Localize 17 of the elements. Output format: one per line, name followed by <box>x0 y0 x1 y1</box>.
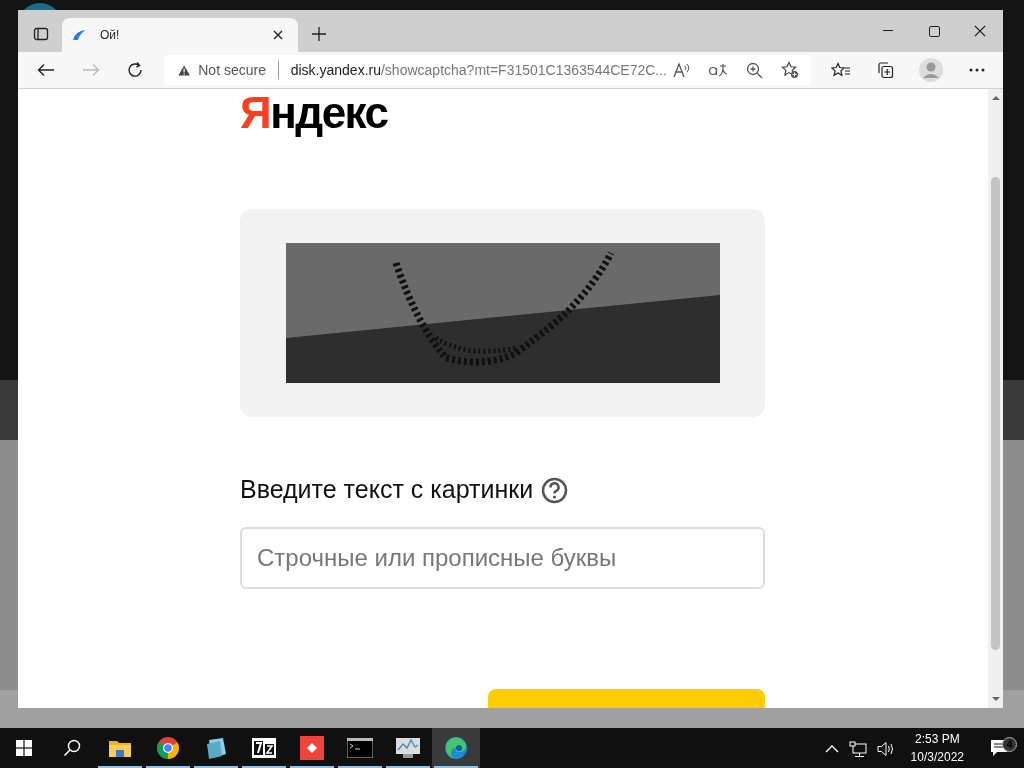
url-text[interactable]: disk.yandex.ru/showcaptcha?mt=F31501C1363544CE72C... <box>290 59 667 81</box>
profile-icon[interactable] <box>916 56 946 84</box>
scroll-down-icon[interactable] <box>991 696 1000 702</box>
clock[interactable]: 2:53 PM 10/3/2022 <box>904 730 970 766</box>
logo[interactable]: Яндекс <box>240 89 388 138</box>
tab-title: Ой! <box>100 27 120 44</box>
address-bar[interactable]: Not secure disk.yandex.ru/showcaptcha?mt=F31501C1363544CE72C... <box>164 55 811 85</box>
captcha-label: Введите текст с картинки <box>240 474 534 506</box>
help-icon[interactable] <box>541 476 569 504</box>
cloud-icon <box>72 29 88 41</box>
scrollbar-track[interactable] <box>988 89 1003 708</box>
captcha-input[interactable]: Строчные или прописные буквы <box>240 526 765 589</box>
edge-icon[interactable] <box>432 728 480 768</box>
scroll-up-icon[interactable] <box>991 95 1000 101</box>
scrollbar-thumb[interactable] <box>991 177 1000 650</box>
browser-tab[interactable]: Ой! <box>62 18 298 52</box>
security-label[interactable]: Not secure <box>198 59 266 81</box>
